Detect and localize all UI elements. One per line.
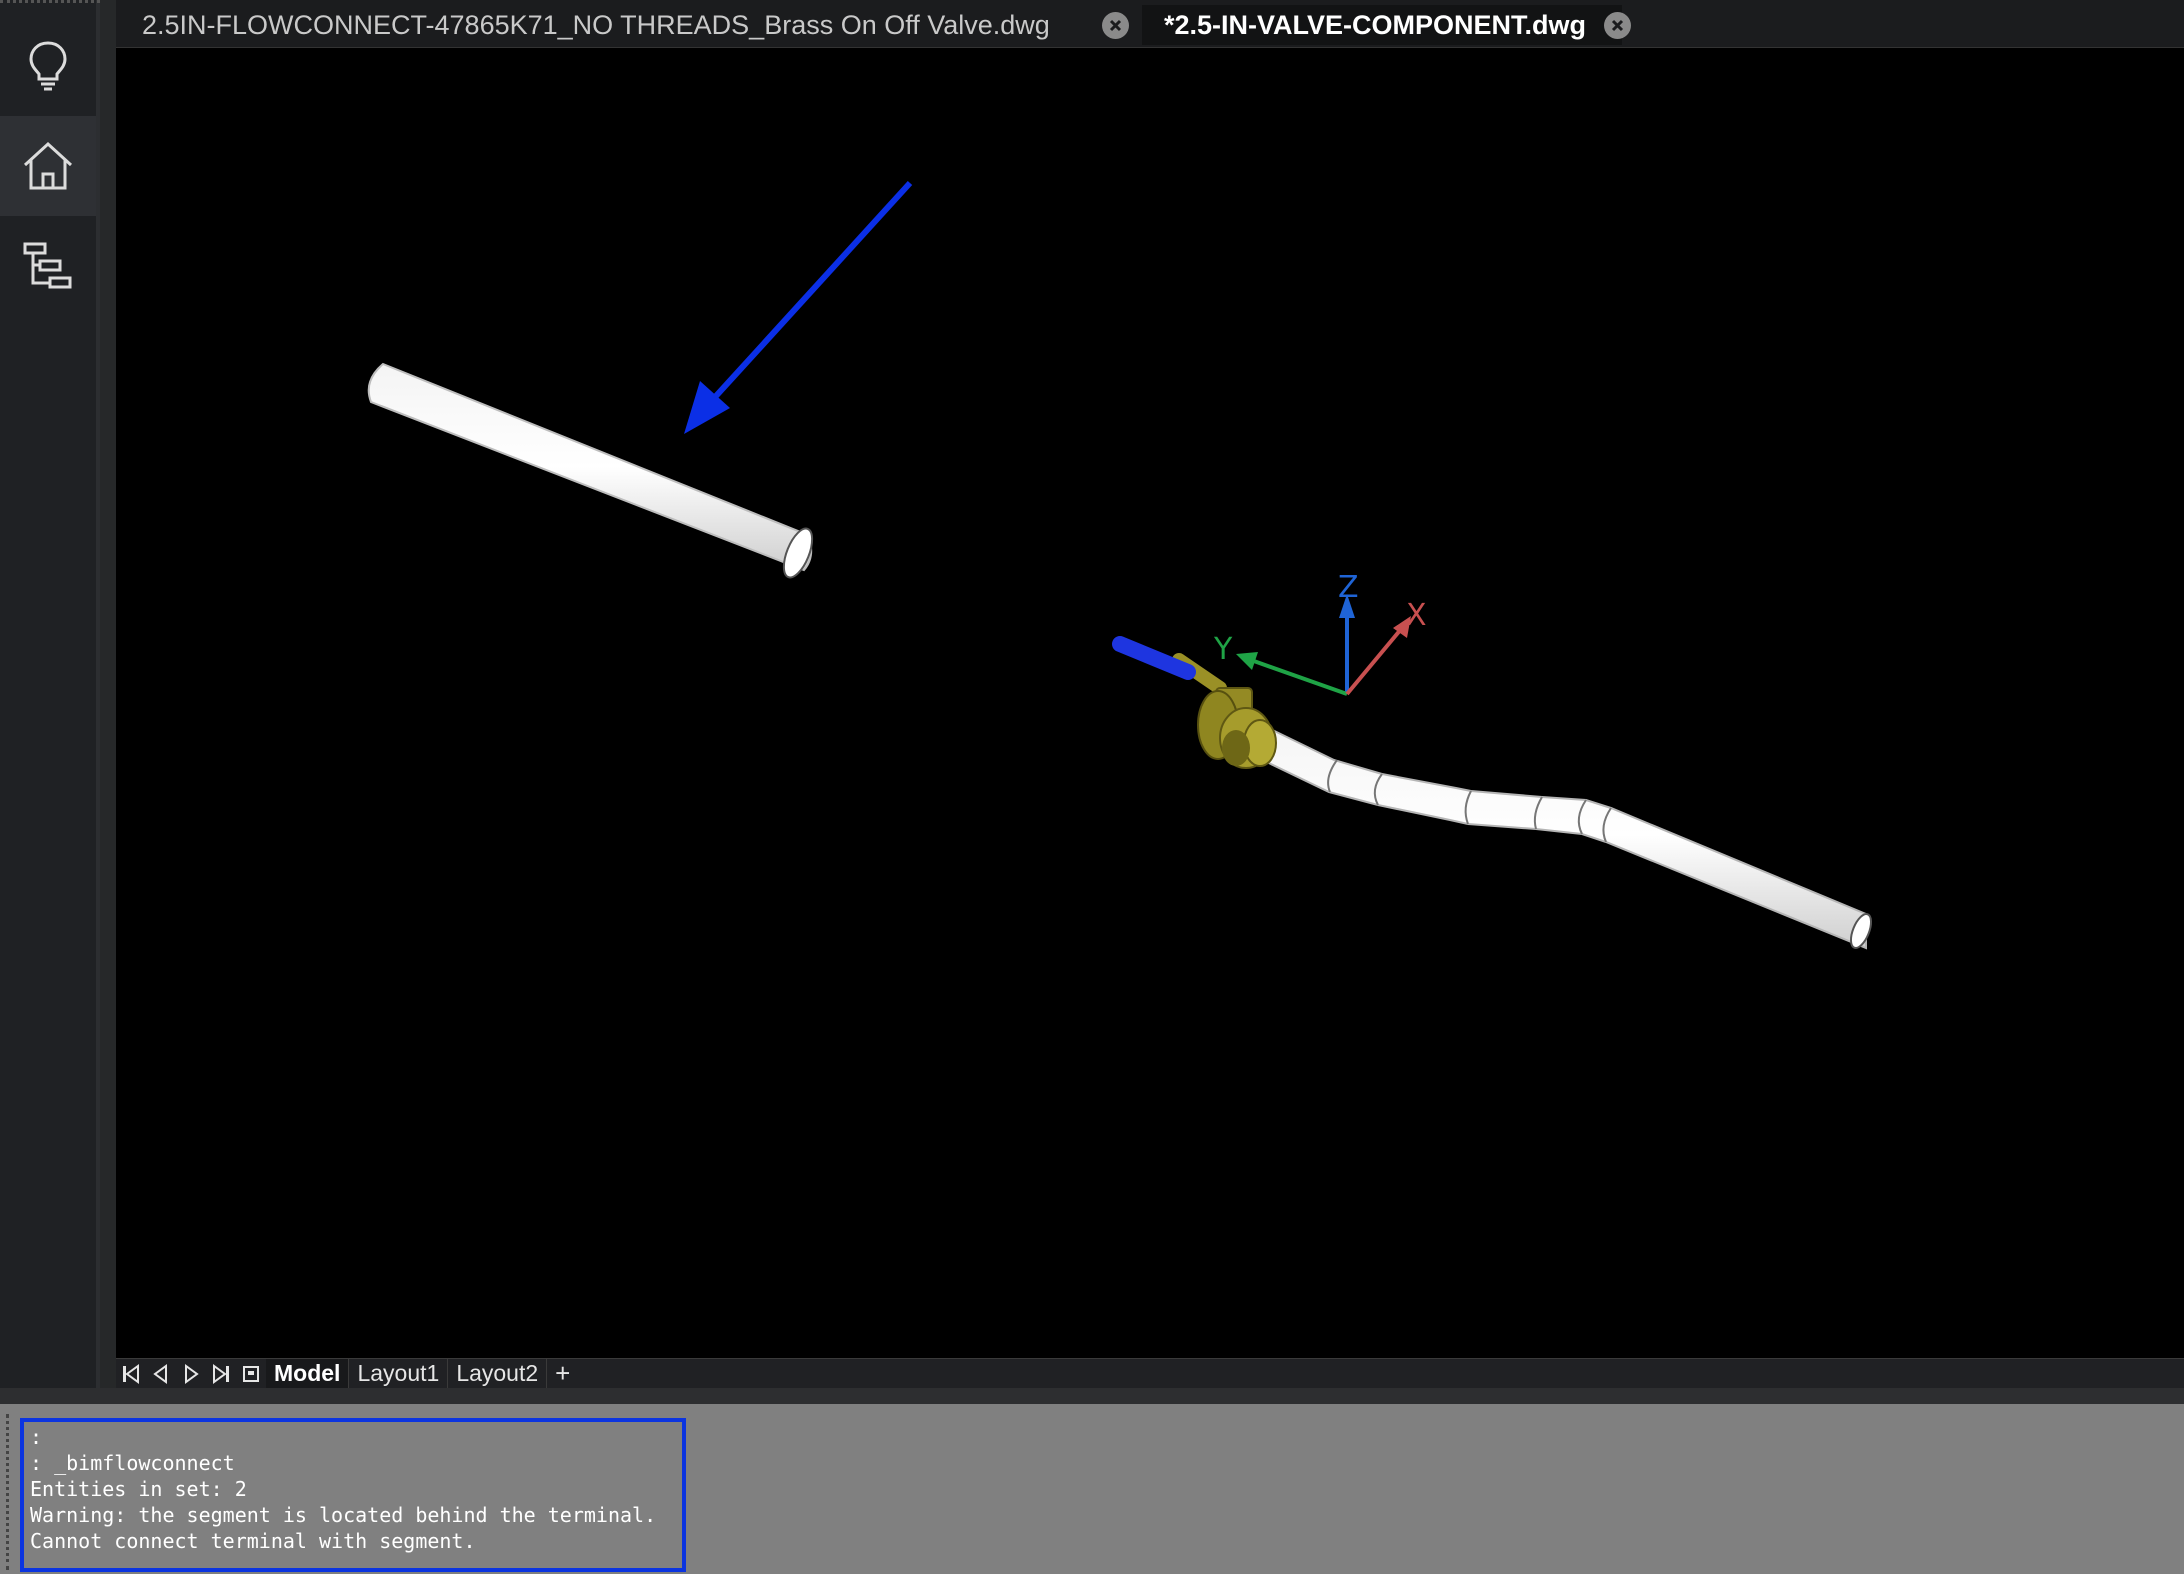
- tab-close-button[interactable]: [1102, 12, 1129, 39]
- layout-tab-model[interactable]: Model: [266, 1358, 350, 1389]
- dock-resize-edge[interactable]: [100, 0, 116, 1402]
- close-circle-icon: [1109, 19, 1122, 32]
- pipe-run[interactable]: [1246, 720, 1875, 951]
- home-icon: [23, 141, 73, 190]
- first-layout-button[interactable]: [116, 1359, 146, 1389]
- dock-button-home[interactable]: [0, 116, 96, 216]
- add-layout-button[interactable]: +: [547, 1358, 578, 1389]
- command-history-highlight: : : _bimflowconnect Entities in set: 2 W…: [20, 1418, 686, 1572]
- ucs-y-label: Y: [1214, 632, 1233, 667]
- dock-button-structure[interactable]: [0, 216, 96, 316]
- command-line-splitter[interactable]: [0, 1388, 2184, 1404]
- next-layout-button[interactable]: [176, 1359, 206, 1389]
- command-history-line: Entities in set: 2: [30, 1477, 247, 1501]
- command-history-line: : _bimflowconnect: [30, 1451, 235, 1475]
- command-line-panel[interactable]: : : _bimflowconnect Entities in set: 2 W…: [0, 1404, 2184, 1574]
- tab-valve-component-dwg[interactable]: *2.5-IN-VALVE-COMPONENT.dwg: [1142, 5, 1622, 45]
- left-dock: [0, 0, 100, 1402]
- dock-grip[interactable]: [0, 0, 100, 10]
- tab-close-button[interactable]: [1604, 12, 1631, 39]
- command-line-grip[interactable]: [6, 1414, 12, 1570]
- prev-icon: [153, 1363, 167, 1384]
- layout-menu-icon: [243, 1365, 259, 1382]
- layout-menu-button[interactable]: [236, 1359, 266, 1389]
- dock-button-tips[interactable]: [0, 14, 96, 114]
- first-icon: [123, 1363, 139, 1384]
- next-icon: [185, 1363, 199, 1384]
- viewport-canvas[interactable]: [116, 48, 2184, 1358]
- tab-label: 2.5IN-FLOWCONNECT-47865K71_NO THREADS_Br…: [142, 9, 1050, 40]
- command-history-line: :: [30, 1425, 43, 1449]
- model-viewport[interactable]: Z Y X: [116, 48, 2184, 1358]
- document-tab-bar: 2.5IN-FLOWCONNECT-47865K71_NO THREADS_Br…: [116, 0, 2184, 48]
- command-history-line: Cannot connect terminal with segment.: [30, 1529, 476, 1553]
- tab-label: *2.5-IN-VALVE-COMPONENT.dwg: [1164, 9, 1587, 40]
- ucs-x-label: X: [1406, 598, 1427, 633]
- prev-layout-button[interactable]: [146, 1359, 176, 1389]
- command-history-line: Warning: the segment is located behind t…: [30, 1503, 657, 1527]
- tab-flowconnect-dwg[interactable]: 2.5IN-FLOWCONNECT-47865K71_NO THREADS_Br…: [116, 5, 1130, 45]
- layout-tab-layout1[interactable]: Layout1: [349, 1358, 449, 1389]
- ucs-z-label: Z: [1338, 570, 1359, 605]
- annotation-arrow: [684, 180, 913, 434]
- last-layout-button[interactable]: [206, 1359, 236, 1389]
- lightbulb-icon: [29, 41, 67, 91]
- ucs-axes-icon: [1236, 594, 1411, 696]
- layout-tab-layout2[interactable]: Layout2: [448, 1358, 548, 1389]
- close-circle-icon: [1611, 19, 1624, 32]
- last-icon: [213, 1363, 229, 1384]
- structure-tree-icon: [23, 242, 72, 289]
- pipe-segment[interactable]: [367, 362, 818, 581]
- layout-tab-bar: Model Layout1 Layout2 +: [116, 1358, 2184, 1389]
